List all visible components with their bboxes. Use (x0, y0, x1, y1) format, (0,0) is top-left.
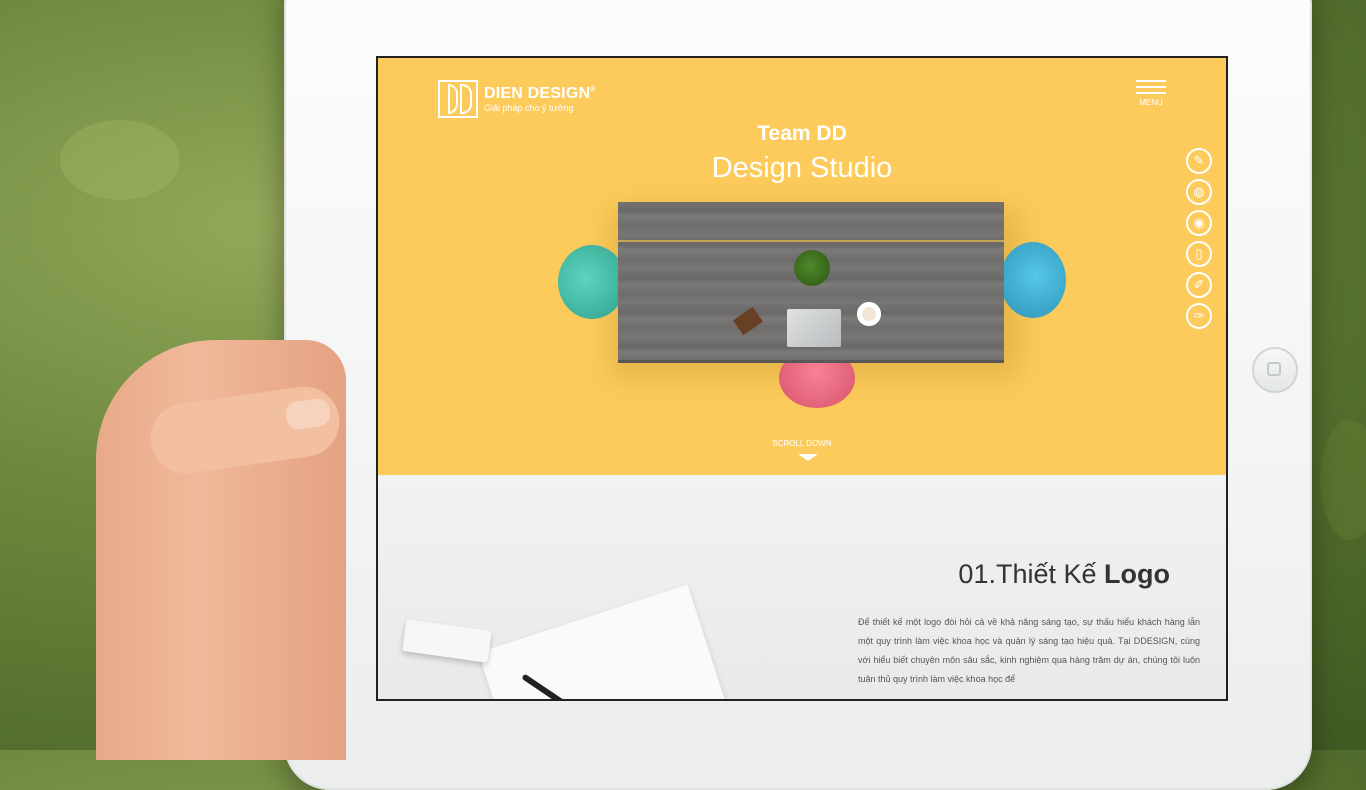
brush-icon[interactable]: ✑ (1186, 303, 1212, 329)
table-stripe (618, 240, 1004, 242)
service-icon-list: ✎ ◍ ◉ ▯ ✐ ✑ (1186, 148, 1212, 329)
tablet-home-button[interactable] (1252, 347, 1298, 393)
hero-title-team: Team DD (757, 122, 847, 145)
edit-icon[interactable]: ✎ (1186, 148, 1212, 174)
globe-icon[interactable]: ◍ (1186, 179, 1212, 205)
section-title-bold: Logo (1104, 559, 1170, 589)
design-icon[interactable]: ✐ (1186, 272, 1212, 298)
laptop-icon (787, 309, 841, 347)
hero-title-studio: Design Studio (711, 152, 893, 184)
menu-label: MENU (1139, 98, 1163, 107)
logo-mark-icon (438, 80, 478, 118)
scroll-down-label[interactable]: SCROLL DOWN (378, 439, 1226, 448)
hamburger-bar (1136, 92, 1166, 94)
section-title: 01.Thiết Kế Logo (958, 559, 1170, 589)
teal-chair (558, 245, 626, 319)
hamburger-bar (1136, 86, 1166, 88)
plant-icon (794, 250, 830, 286)
camera-icon[interactable]: ◉ (1186, 210, 1212, 236)
paper-sheet (478, 584, 734, 699)
logo[interactable]: DIEN DESIGN® Giải pháp cho ý tưởng (438, 80, 596, 118)
eraser-icon (402, 619, 492, 663)
registered-mark: ® (590, 86, 596, 94)
mobile-icon[interactable]: ▯ (1186, 241, 1212, 267)
grass-patch (60, 120, 180, 200)
section-body: Để thiết kế một logo đòi hỏi cả về khả n… (858, 617, 1200, 684)
hero-section: DIEN DESIGN® Giải pháp cho ý tưởng MENU … (378, 58, 1226, 475)
hamburger-icon (1136, 80, 1166, 82)
coffee-cup-icon (857, 302, 881, 326)
menu-button[interactable]: MENU (1136, 76, 1166, 107)
tablet-screen: DIEN DESIGN® Giải pháp cho ý tưởng MENU … (376, 56, 1228, 701)
logo-tagline: Giải pháp cho ý tưởng (484, 102, 574, 113)
blue-chair (1000, 242, 1066, 318)
logo-design-section: 01.Thiết Kế Logo Để thiết kế một logo đò… (378, 475, 1226, 699)
chevron-down-icon[interactable] (798, 454, 818, 461)
logo-name: DIEN DESIGN® (484, 84, 596, 102)
